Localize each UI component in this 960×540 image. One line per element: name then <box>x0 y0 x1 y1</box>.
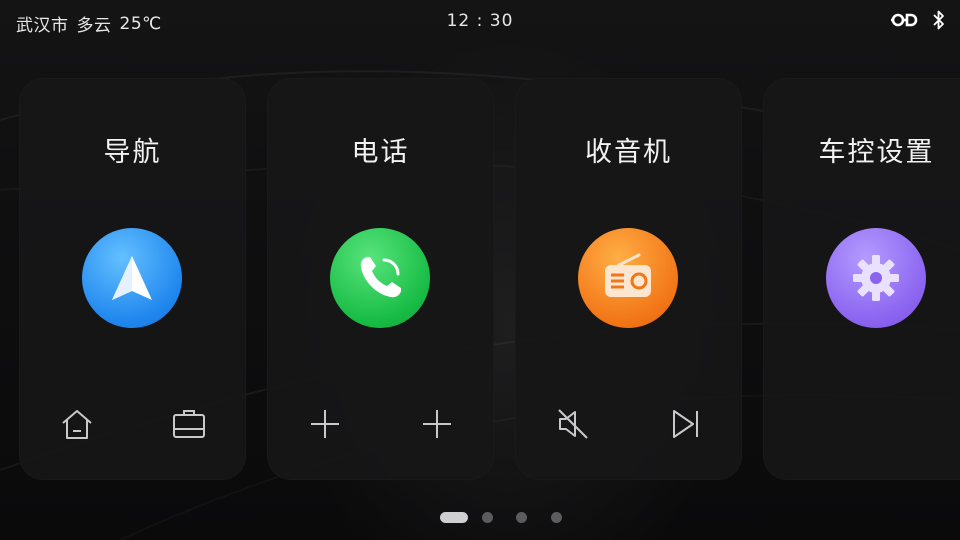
plus-icon <box>423 410 451 438</box>
page-dot-1[interactable] <box>440 512 468 523</box>
add-contact-button-1[interactable] <box>305 404 345 444</box>
radio-app-button[interactable] <box>578 228 678 328</box>
radio-card-title: 收音机 <box>585 137 672 168</box>
navigation-arrow-icon <box>112 256 152 300</box>
mute-icon <box>558 409 588 439</box>
skip-next-icon <box>673 410 698 438</box>
home-screen: 武汉市 多云 25℃ 12 : 30 导航 电话 收音机 车控设置 <box>0 0 960 540</box>
page-dot-3[interactable] <box>516 512 527 523</box>
navigation-app-button[interactable] <box>82 228 182 328</box>
add-contact-button-2[interactable] <box>417 404 457 444</box>
home-shortcut-button[interactable] <box>57 404 97 444</box>
phone-handset-icon <box>360 257 401 298</box>
navigation-card-title: 导航 <box>103 137 162 168</box>
link-icon <box>890 9 922 35</box>
vehicle-settings-card-title: 车控设置 <box>818 137 935 168</box>
phone-app-button[interactable] <box>330 228 430 328</box>
radio-icon <box>605 253 651 297</box>
navigation-card[interactable]: 导航 <box>19 78 246 480</box>
vehicle-settings-app-button[interactable] <box>826 228 926 328</box>
bluetooth-icon <box>932 9 946 35</box>
gear-icon <box>853 255 899 301</box>
page-dot-4[interactable] <box>551 512 562 523</box>
phone-card-title: 电话 <box>351 137 410 168</box>
radio-card[interactable]: 收音机 <box>515 78 742 480</box>
next-station-button[interactable] <box>665 404 705 444</box>
mute-button[interactable] <box>553 404 593 444</box>
company-shortcut-button[interactable] <box>169 404 209 444</box>
page-dot-2[interactable] <box>482 512 493 523</box>
vehicle-settings-card[interactable]: 车控设置 <box>763 78 960 480</box>
phone-card[interactable]: 电话 <box>267 78 494 480</box>
plus-icon <box>311 410 339 438</box>
home-icon <box>62 410 92 439</box>
clock: 12 : 30 <box>446 11 514 31</box>
briefcase-icon <box>173 410 205 438</box>
status-icons <box>890 9 946 35</box>
